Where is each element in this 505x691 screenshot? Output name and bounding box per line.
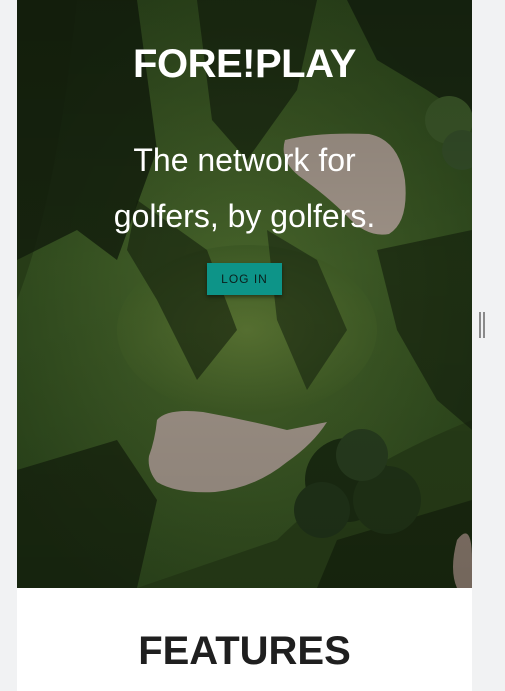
hero-tagline: The network for golfers, by golfers. xyxy=(113,142,376,234)
page: FORE!PLAY The network for golfers, by go… xyxy=(17,0,472,691)
login-button[interactable]: LOG IN xyxy=(207,263,282,295)
resize-handle-bar-left xyxy=(479,312,481,338)
brand-title: FORE!PLAY xyxy=(133,42,356,86)
hero-section: FORE!PLAY The network for golfers, by go… xyxy=(17,0,472,588)
resize-handle-bar-right xyxy=(483,312,485,338)
features-heading: FEATURES xyxy=(138,629,351,673)
resize-handle[interactable] xyxy=(479,312,485,338)
